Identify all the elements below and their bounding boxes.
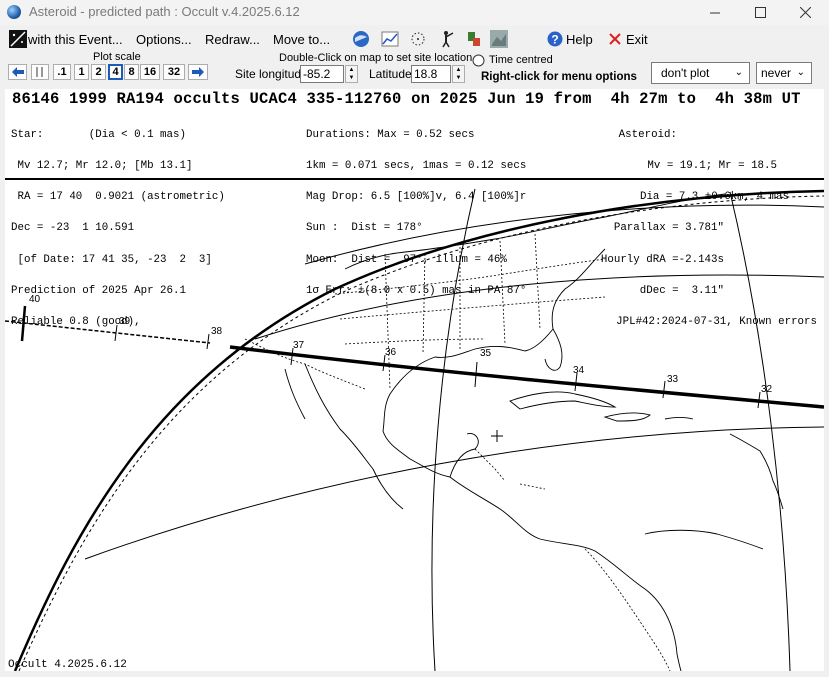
latitude-spinner[interactable]: ▲ ▼ (452, 65, 465, 83)
path-tick (206, 333, 210, 350)
plot-panel[interactable]: 86146 1999 RA194 occults UCAC4 335-11276… (5, 89, 824, 671)
menu-move-to[interactable]: Move to... (273, 32, 330, 47)
chevron-down-icon: ⌄ (734, 67, 743, 78)
site-longitude-spinner[interactable]: ▲ ▼ (345, 65, 358, 83)
maximize-button[interactable] (737, 0, 783, 25)
close-window-button[interactable] (782, 0, 828, 25)
time-label: 35 (480, 348, 492, 359)
scale-button-0.1[interactable]: .1 (53, 64, 71, 80)
help-icon[interactable]: ? (547, 31, 563, 47)
station-icon[interactable] (465, 30, 483, 48)
time-label: 36 (385, 347, 397, 358)
minimize-icon (710, 12, 720, 13)
plot-toolbar: Plot scale .1 1 2 4 8 16 32 Double-Click… (0, 51, 829, 89)
time-label: 40 (29, 294, 41, 305)
title-bar: Asteroid - predicted path : Occult v.4.2… (0, 0, 829, 25)
time-label: 39 (119, 316, 131, 327)
menu-exit[interactable]: Exit (626, 32, 648, 47)
maximize-icon (754, 7, 766, 18)
chevron-down-icon: ⌄ (796, 67, 805, 78)
site-longitude-label: Site longitude (235, 67, 308, 81)
latitude-input[interactable]: 18.8 (411, 65, 451, 83)
scale-button-32[interactable]: 32 (163, 64, 185, 80)
close-icon (799, 7, 811, 18)
observer-icon[interactable] (438, 30, 456, 48)
scale-button-8[interactable]: 8 (124, 64, 139, 80)
menu-bar: with this Event... Options... Redraw... … (0, 27, 829, 51)
exit-x-icon[interactable] (609, 33, 621, 45)
version-footer: Occult 4.2025.6.12 (8, 659, 127, 671)
plot-select[interactable]: don't plot ⌄ (651, 62, 750, 84)
limb-dashed (18, 195, 824, 671)
scale-button-4[interactable]: 4 (108, 64, 123, 80)
time-label: 33 (667, 374, 679, 385)
menu-with-event[interactable]: with this Event... (28, 32, 123, 47)
menu-help[interactable]: Help (566, 32, 593, 47)
map-image-icon[interactable] (490, 30, 508, 48)
site-longitude-input[interactable]: -85.2 (300, 65, 344, 83)
central-path (229, 345, 824, 409)
menu-redraw[interactable]: Redraw... (205, 32, 260, 47)
latitude-label: Latitude (369, 67, 412, 81)
time-label: 34 (573, 365, 585, 376)
google-earth-icon[interactable] (352, 30, 370, 48)
latitude-line (84, 426, 824, 560)
never-select-value: never (761, 66, 792, 80)
path-tick (662, 380, 666, 399)
event-icon (9, 30, 27, 48)
time-centred-label: Time centred (489, 54, 553, 66)
svg-text:?: ? (551, 33, 558, 47)
window-title: Asteroid - predicted path : Occult v.4.2… (29, 4, 300, 19)
app-globe-icon (7, 5, 21, 19)
scale-button-1[interactable]: 1 (74, 64, 89, 80)
time-label: 38 (211, 326, 223, 337)
arrow-right-icon (192, 67, 204, 77)
scale-button-16[interactable]: 16 (140, 64, 160, 80)
path-off-earth (5, 320, 211, 344)
meridian-line (431, 188, 476, 671)
time-label: 37 (293, 340, 305, 351)
double-click-hint: Double-Click on map to set site location (279, 52, 473, 64)
pause-button[interactable] (31, 64, 49, 80)
arrow-left-icon (11, 67, 24, 77)
minimize-button[interactable] (692, 0, 738, 25)
never-select[interactable]: never ⌄ (756, 62, 812, 84)
meridian-line (729, 191, 791, 671)
pan-right-button[interactable] (188, 64, 208, 80)
time-centred-radio[interactable] (472, 54, 485, 67)
target-dots-icon[interactable] (409, 30, 427, 48)
borders (244, 233, 671, 671)
plot-select-value: don't plot (661, 66, 710, 80)
menu-options[interactable]: Options... (136, 32, 192, 47)
pause-icon (36, 67, 43, 77)
latitude-line (254, 274, 824, 340)
time-label: 32 (761, 384, 773, 395)
site-marker (491, 430, 503, 442)
right-click-hint: Right-click for menu options (481, 71, 637, 83)
plot-scale-label: Plot scale (93, 51, 141, 63)
coastlines (284, 193, 784, 671)
path-tick (20, 305, 27, 342)
chart-icon[interactable] (381, 30, 399, 48)
occultation-map[interactable]: 40 39 38 37 36 35 34 33 32 (5, 89, 824, 671)
scale-button-2[interactable]: 2 (91, 64, 106, 80)
pan-left-button[interactable] (8, 64, 27, 80)
